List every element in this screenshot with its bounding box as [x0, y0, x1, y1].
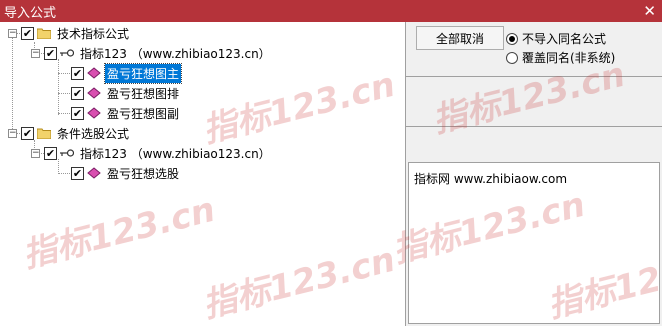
- formula-tree-panel[interactable]: − ✔ 技术指标公式 − ✔ 指标123 （www.zhibiao123.cn）…: [0, 22, 406, 326]
- checkbox[interactable]: ✔: [71, 66, 84, 80]
- options-panel: 全部取消 不导入同名公式 覆盖同名(非系统) 指标网 www.zhibiaow.…: [406, 22, 662, 326]
- radio-label: 覆盖同名(非系统): [522, 51, 616, 65]
- checkbox[interactable]: ✔: [71, 86, 84, 100]
- tree-item-formula-screening[interactable]: ✔ 盈亏狂想选股: [71, 164, 181, 182]
- collapse-icon[interactable]: −: [8, 28, 17, 38]
- cancel-all-button[interactable]: 全部取消: [416, 26, 504, 50]
- checkbox[interactable]: ✔: [21, 126, 34, 140]
- radio-label: 不导入同名公式: [522, 32, 607, 46]
- formula-icon: [87, 67, 101, 79]
- tree-item-label: 盈亏狂想图排: [107, 86, 180, 101]
- tree-item-stock-screening[interactable]: − ✔ 条件选股公式: [8, 124, 131, 142]
- checkbox[interactable]: ✔: [21, 26, 34, 40]
- radio-unselected-icon[interactable]: [506, 51, 518, 64]
- folder-icon: [36, 27, 52, 40]
- close-icon[interactable]: ✕: [643, 3, 656, 19]
- checkbox[interactable]: ✔: [44, 46, 57, 60]
- tree-item-label: 技术指标公式: [57, 26, 130, 41]
- overwrite-duplicates-radio[interactable]: 覆盖同名(非系统): [506, 49, 615, 66]
- tree-item-zhibiao123-group[interactable]: − ✔ 指标123 （www.zhibiao123.cn）: [31, 44, 273, 62]
- tree-item-technical-indicators[interactable]: − ✔ 技术指标公式: [8, 24, 131, 42]
- tree-item-zhibiao123-group-2[interactable]: − ✔ 指标123 （www.zhibiao123.cn）: [31, 144, 273, 162]
- folder-icon: [36, 127, 52, 140]
- collapse-icon[interactable]: −: [8, 128, 17, 138]
- formula-tree[interactable]: − ✔ 技术指标公式 − ✔ 指标123 （www.zhibiao123.cn）…: [0, 22, 405, 326]
- key-icon: [60, 47, 75, 59]
- separator: [406, 76, 662, 77]
- tree-item-formula-sub[interactable]: ✔ 盈亏狂想图副: [71, 104, 181, 122]
- tree-item-label: 指标123 （www.zhibiao123.cn）: [80, 146, 271, 161]
- import-formula-dialog: 导入公式 ✕ − ✔ 技术指标公式 − ✔ 指标123 （www.zhibiao…: [0, 0, 662, 326]
- checkbox[interactable]: ✔: [71, 166, 84, 180]
- formula-icon: [87, 167, 101, 179]
- checkbox[interactable]: ✔: [44, 146, 57, 160]
- collapse-icon[interactable]: −: [31, 48, 40, 58]
- tree-item-formula-main[interactable]: ✔ 盈亏狂想图主: [71, 62, 183, 84]
- tree-item-label: 指标123 （www.zhibiao123.cn）: [80, 46, 271, 61]
- description-text: 指标网 www.zhibiaow.com: [414, 172, 568, 186]
- window-title: 导入公式: [4, 5, 57, 21]
- separator: [406, 126, 662, 127]
- formula-description-box[interactable]: 指标网 www.zhibiaow.com: [408, 162, 660, 324]
- formula-icon: [87, 107, 101, 119]
- tree-item-label: 条件选股公式: [57, 126, 130, 141]
- checkbox[interactable]: ✔: [71, 106, 84, 120]
- tree-item-formula-rank[interactable]: ✔ 盈亏狂想图排: [71, 84, 181, 102]
- tree-item-label: 盈亏狂想图主: [103, 62, 183, 84]
- title-bar[interactable]: 导入公式 ✕: [0, 0, 662, 22]
- no-import-duplicates-radio[interactable]: 不导入同名公式: [506, 30, 606, 47]
- radio-selected-icon[interactable]: [506, 32, 518, 45]
- key-icon: [60, 147, 75, 159]
- tree-item-label: 盈亏狂想选股: [107, 166, 180, 181]
- tree-item-label: 盈亏狂想图副: [107, 106, 180, 121]
- formula-icon: [87, 87, 101, 99]
- collapse-icon[interactable]: −: [31, 148, 40, 158]
